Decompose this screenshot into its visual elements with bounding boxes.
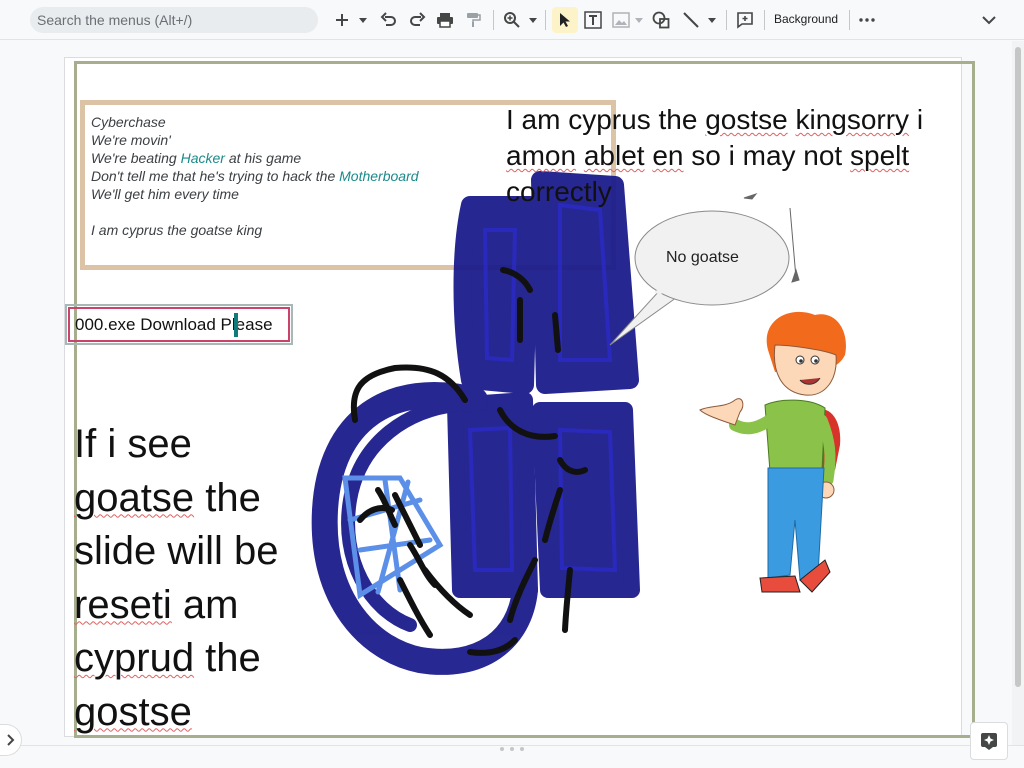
text-cursor <box>234 313 238 337</box>
text-run <box>576 140 584 171</box>
misspelled-word[interactable]: amon <box>506 140 576 171</box>
text-run: If i see <box>74 422 192 466</box>
misspelled-word[interactable]: gostse <box>705 104 788 135</box>
handle-dot <box>520 747 524 751</box>
misspelled-word[interactable]: kingsorry <box>795 104 909 135</box>
text-run: the <box>194 636 261 680</box>
handle-dot <box>500 747 504 751</box>
speech-bubble-text[interactable]: No goatse <box>666 249 739 267</box>
download-text-box[interactable]: 000.exe Download Please <box>65 304 293 345</box>
misspelled-word[interactable]: reseti <box>74 583 172 627</box>
warning-text-box[interactable]: If i see goatse the slide will be reseti… <box>74 418 314 739</box>
misspelled-word[interactable]: en <box>652 140 683 171</box>
cyprus-text-box[interactable]: I am cyprus the gostse kingsorry i amon … <box>506 102 956 210</box>
chevron-right-icon <box>6 734 14 746</box>
explore-button[interactable] <box>970 722 1008 760</box>
slides-editor: Background Cyberchase We're movin' We're… <box>0 0 1024 768</box>
text-run: so i may not <box>683 140 850 171</box>
cartoon-character[interactable] <box>696 311 852 600</box>
misspelled-word[interactable]: spelt <box>850 140 909 171</box>
text-run: i <box>909 104 924 135</box>
explore-sparkle-icon <box>981 733 997 750</box>
handle-dot <box>510 747 514 751</box>
misspelled-word[interactable]: goatse <box>74 476 194 520</box>
text-run: correctly <box>506 176 612 207</box>
speaker-notes-resize-handle[interactable] <box>500 747 524 751</box>
misspelled-word[interactable]: cyprud <box>74 636 194 680</box>
text-run: am <box>171 582 239 627</box>
misspelled-word[interactable]: ablet <box>584 140 645 171</box>
download-text[interactable]: 000.exe Download Please <box>75 315 273 335</box>
text-run: I am cyprus the <box>506 104 706 135</box>
misspelled-word[interactable]: gostse <box>74 690 192 734</box>
